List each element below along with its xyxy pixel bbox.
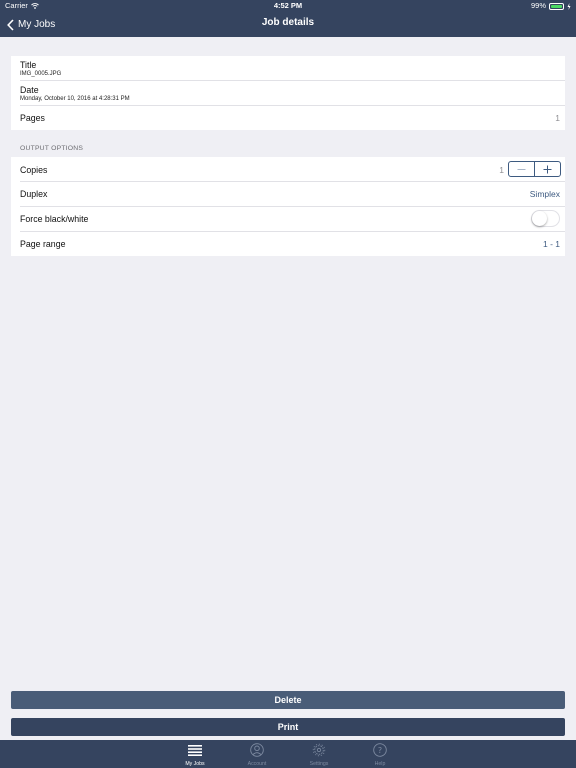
battery-fill	[551, 4, 562, 8]
force-bw-row: Force black/white	[20, 207, 565, 232]
job-info-group: Title IMG_0005.JPG Date Monday, October …	[11, 56, 565, 130]
date-label: Date	[20, 85, 39, 95]
plus-icon	[543, 165, 552, 173]
copies-value: 1	[499, 165, 504, 175]
delete-button[interactable]: Delete	[11, 691, 565, 709]
title-row: Title IMG_0005.JPG	[20, 56, 565, 81]
tab-label: My Jobs	[185, 761, 205, 767]
pages-value: 1	[555, 113, 560, 123]
svg-text:?: ?	[378, 746, 382, 755]
battery-icon	[549, 2, 564, 10]
copies-label: Copies	[20, 165, 48, 175]
status-battery-group: 99%	[531, 0, 571, 12]
date-row: Date Monday, October 10, 2016 at 4:28:31…	[20, 81, 565, 106]
minus-icon	[517, 168, 526, 170]
force-bw-label: Force black/white	[20, 214, 89, 224]
decrement-button[interactable]	[509, 162, 535, 176]
pages-label: Pages	[20, 113, 45, 123]
title-value: IMG_0005.JPG	[20, 71, 62, 77]
page-range-value: 1 - 1	[542, 239, 560, 249]
status-bar: Carrier 4:52 PM 99%	[0, 0, 576, 12]
tab-label: Help	[374, 761, 386, 767]
page-range-label: Page range	[20, 239, 66, 249]
print-button[interactable]: Print	[11, 718, 565, 736]
nav-bar: My Jobs Job details	[0, 12, 576, 37]
status-time: 4:52 PM	[273, 1, 303, 10]
duplex-label: Duplex	[20, 189, 48, 199]
tab-label: Account	[247, 761, 267, 767]
copies-stepper	[508, 161, 561, 177]
battery-percent: 99%	[530, 1, 546, 10]
tab-settings[interactable]: Settings	[294, 740, 344, 768]
title-label: Title	[20, 60, 37, 70]
tab-label: Settings	[309, 761, 329, 767]
tab-account[interactable]: Account	[232, 740, 282, 768]
help-icon: ?	[373, 743, 387, 757]
gear-icon	[312, 743, 326, 757]
pages-row: Pages 1	[20, 106, 565, 130]
page-range-row[interactable]: Page range 1 - 1	[20, 232, 565, 256]
output-options-group: Copies 1 Duplex Simplex Force black/whit…	[11, 157, 565, 256]
duplex-row[interactable]: Duplex Simplex	[20, 182, 565, 207]
output-options-header: OUTPUT OPTIONS	[20, 145, 84, 152]
tab-help[interactable]: ? Help	[355, 740, 405, 768]
list-icon	[188, 743, 202, 757]
increment-button[interactable]	[535, 162, 560, 176]
duplex-value: Simplex	[529, 189, 560, 199]
charging-icon	[567, 2, 571, 10]
top-bar: Carrier 4:52 PM 99% My Jobs Job details	[0, 0, 576, 37]
date-value: Monday, October 10, 2016 at 4:28:31 PM	[20, 96, 130, 102]
tab-bar: My Jobs Account Settings ? Help	[0, 740, 576, 768]
page-title: Job details	[261, 17, 315, 28]
account-icon	[250, 743, 264, 757]
toggle-knob	[532, 211, 547, 226]
tab-my-jobs[interactable]: My Jobs	[170, 740, 220, 768]
copies-row: Copies 1	[20, 157, 565, 182]
force-bw-toggle[interactable]	[531, 210, 560, 227]
